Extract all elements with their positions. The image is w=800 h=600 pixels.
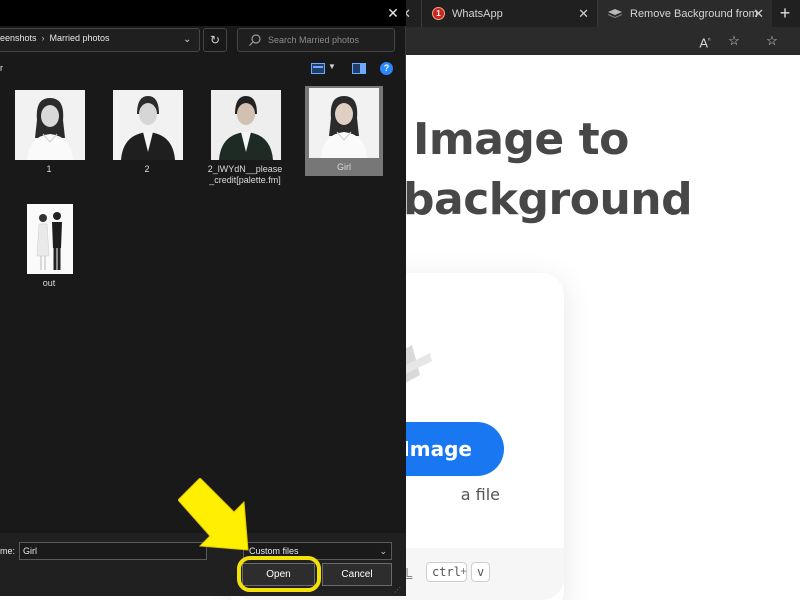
search-icon: [249, 34, 261, 46]
dialog-title-bar: ✕: [0, 0, 406, 26]
pointer-arrow-icon: [178, 478, 249, 551]
read-aloud-icon[interactable]: Aⁿ: [695, 31, 715, 51]
help-icon[interactable]: ?: [380, 62, 393, 75]
file-name-label: me:: [0, 546, 16, 556]
portrait-thumbnail: [309, 88, 379, 158]
thumbnail-frame: [11, 202, 87, 276]
file-name: 2: [144, 164, 150, 174]
thumbnail-frame: [11, 88, 87, 162]
chevron-right-icon: ›: [41, 33, 45, 43]
tab-remove-background[interactable]: Remove Background from Im ✕: [597, 0, 772, 27]
favorites-icon[interactable]: ☆: [762, 31, 782, 51]
v-key-hint: v: [471, 562, 491, 582]
breadcrumb-item-screenshots[interactable]: eenshots: [0, 33, 37, 43]
organize-menu[interactable]: r: [0, 63, 3, 73]
tab-title: Remove Background from Im: [630, 7, 758, 20]
file-item-selected[interactable]: Girl: [305, 86, 383, 182]
remove-background-favicon-icon: [608, 9, 622, 18]
tab-whatsapp[interactable]: 1 WhatsApp ✕: [421, 0, 597, 27]
thumbnail-frame: [207, 88, 283, 162]
resize-grip-icon[interactable]: ⋰: [394, 586, 404, 595]
file-item[interactable]: 1: [11, 88, 87, 175]
chevron-down-icon[interactable]: ⌄: [183, 34, 191, 45]
breadcrumb-item-married-photos[interactable]: Married photos: [50, 33, 110, 43]
file-item[interactable]: out: [11, 202, 87, 289]
read-aloud-glyph: A: [699, 35, 709, 51]
breadcrumb: eenshots › Married photos: [0, 33, 110, 43]
couple-thumbnail: [27, 204, 73, 274]
file-name: out: [42, 278, 56, 288]
refresh-icon[interactable]: ↻: [203, 28, 227, 52]
portrait-thumbnail: [211, 90, 281, 160]
search-box[interactable]: [237, 28, 395, 52]
preview-pane-icon[interactable]: [352, 63, 366, 74]
file-name: 1: [46, 164, 52, 174]
tab-title: WhatsApp: [452, 7, 503, 20]
change-view-icon[interactable]: [311, 63, 325, 74]
file-name: Girl: [305, 160, 383, 176]
close-icon[interactable]: ✕: [383, 3, 403, 23]
file-list: 1 2 2_lWYdN__please_credit[palette.fm] G…: [0, 80, 406, 533]
search-input[interactable]: [268, 29, 392, 51]
close-tab-icon[interactable]: ✕: [578, 6, 589, 22]
file-item[interactable]: 2_lWYdN__please_credit[palette.fm]: [207, 88, 283, 186]
file-name: 2_lWYdN__please_credit[palette.fm]: [207, 164, 283, 185]
new-tab-button[interactable]: +: [772, 2, 798, 24]
portrait-thumbnail: [113, 90, 183, 160]
chevron-down-icon: ⌄: [379, 546, 387, 556]
thumbnail-frame: [109, 88, 185, 162]
cancel-button[interactable]: Cancel: [322, 563, 392, 586]
view-dropdown-icon[interactable]: ▼: [328, 62, 336, 71]
portrait-thumbnail: [15, 90, 85, 160]
shortcut-plus: +: [460, 564, 468, 578]
close-tab-icon[interactable]: ✕: [753, 6, 764, 22]
whatsapp-favicon-icon: 1: [432, 7, 445, 20]
thumbnail-frame: [305, 86, 383, 160]
file-item[interactable]: 2: [109, 88, 185, 175]
screen: ✕ 1 WhatsApp ✕ Remove Background from Im…: [0, 0, 800, 600]
add-favorite-icon[interactable]: ☆: [724, 31, 744, 51]
